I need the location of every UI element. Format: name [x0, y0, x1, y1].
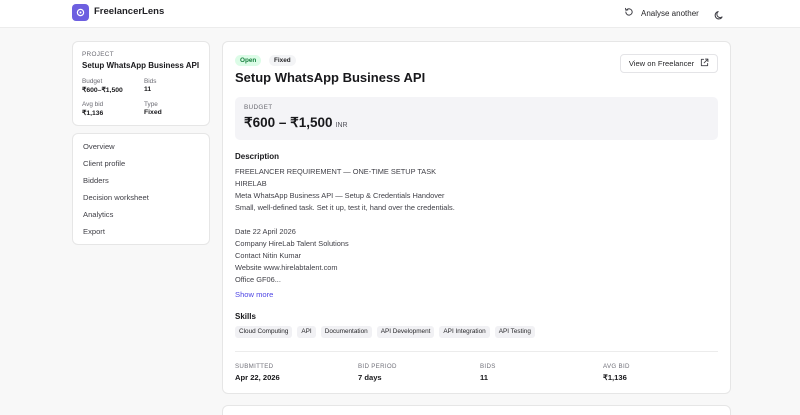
skill-tag: Cloud Computing: [235, 326, 293, 338]
logo-icon[interactable]: [72, 4, 89, 21]
nav-item-bidders[interactable]: Bidders: [83, 176, 109, 185]
view-on-freelancer-label: View on Freelancer: [628, 59, 695, 68]
stat-value: Apr 22, 2026: [235, 373, 280, 382]
stat-label: SUBMITTED: [235, 363, 274, 370]
project-summary-card: PROJECT Setup WhatsApp Business API Budg…: [72, 41, 210, 126]
stat-value: 7 days: [358, 373, 382, 382]
avg-bid-value: ₹1,136: [82, 110, 104, 117]
page-title: Setup WhatsApp Business API: [235, 70, 426, 85]
nav-item-overview[interactable]: Overview: [83, 142, 115, 151]
description-line: Meta WhatsApp Business API — Setup & Cre…: [235, 191, 445, 200]
budget-currency: INR: [335, 122, 348, 129]
nav-item-decision-worksheet[interactable]: Decision worksheet: [83, 193, 149, 202]
status-badge: Open: [235, 55, 262, 66]
section-nav: Overview Client profile Bidders Decision…: [72, 133, 210, 245]
description-line: Office GF06...: [235, 275, 281, 284]
description-line: FREELANCER REQUIREMENT — ONE-TIME SETUP …: [235, 167, 437, 176]
stat-label: BID PERIOD: [358, 363, 397, 370]
moon-icon[interactable]: [714, 8, 726, 20]
description-line: Contact Nitin Kumar: [235, 251, 302, 260]
nav-item-client-profile[interactable]: Client profile: [83, 159, 125, 168]
stat-bids: BIDS 11: [480, 363, 496, 382]
skill-tag: API Integration: [439, 326, 490, 338]
stat-submitted: SUBMITTED Apr 22, 2026: [235, 363, 280, 382]
stat-value: 11: [480, 373, 489, 382]
description-line: HIRELAB: [235, 179, 267, 188]
avg-bid-label: Avg bid: [82, 101, 104, 108]
stat-label: BIDS: [480, 363, 496, 370]
analyse-another-label: Analyse another: [641, 8, 699, 18]
budget-label: Budget: [82, 78, 103, 85]
stat-label: AVG BID: [603, 363, 630, 370]
nav-item-analytics[interactable]: Analytics: [83, 210, 113, 219]
skill-tag: API Development: [376, 326, 435, 338]
skill-tag: API Testing: [494, 326, 535, 338]
description-line: Website www.hirelabtalent.com: [235, 263, 338, 272]
budget-panel-value: ₹600 – ₹1,500 INR: [244, 115, 348, 131]
type-badge: Fixed: [269, 55, 296, 66]
show-more-link[interactable]: Show more: [235, 290, 273, 299]
project-title: Setup WhatsApp Business API: [82, 61, 200, 70]
type-label: Type: [144, 101, 158, 108]
analyse-another-button[interactable]: Analyse another: [624, 5, 699, 21]
stats-divider: [235, 351, 718, 352]
bids-label: Bids: [144, 78, 157, 85]
project-label: PROJECT: [82, 51, 114, 58]
description-heading: Description: [235, 152, 280, 161]
description-line: Small, well-defined task. Set it up, tes…: [235, 203, 455, 212]
stat-bid-period: BID PERIOD 7 days: [358, 363, 397, 382]
bids-value: 11: [144, 86, 152, 93]
top-bar: FreelancerLens Analyse another: [0, 0, 800, 28]
external-link-icon: [700, 58, 709, 69]
view-on-freelancer-button[interactable]: View on Freelancer: [620, 54, 718, 73]
skill-tag: Documentation: [320, 326, 372, 338]
budget-amount: ₹600 – ₹1,500: [244, 115, 333, 130]
budget-value: ₹600–₹1,500: [82, 87, 123, 94]
stat-value: ₹1,136: [603, 373, 627, 382]
refresh-icon: [624, 7, 634, 19]
budget-panel: BUDGET ₹600 – ₹1,500 INR: [235, 97, 718, 140]
stat-avg-bid: AVG BID ₹1,136: [603, 363, 630, 382]
description-line: Date 22 April 2026: [235, 227, 296, 236]
description-line: Company HireLab Talent Solutions: [235, 239, 349, 248]
skill-tag: API: [297, 326, 316, 338]
skills-heading: Skills: [235, 312, 256, 321]
type-value: Fixed: [144, 109, 162, 116]
app-name: FreelancerLens: [94, 6, 165, 17]
skills-list: Cloud Computing API Documentation API De…: [235, 326, 535, 338]
next-section-card: [222, 405, 731, 415]
project-detail-card: Open Fixed Setup WhatsApp Business API V…: [222, 41, 731, 394]
budget-panel-label: BUDGET: [244, 104, 273, 111]
nav-item-export[interactable]: Export: [83, 227, 105, 236]
